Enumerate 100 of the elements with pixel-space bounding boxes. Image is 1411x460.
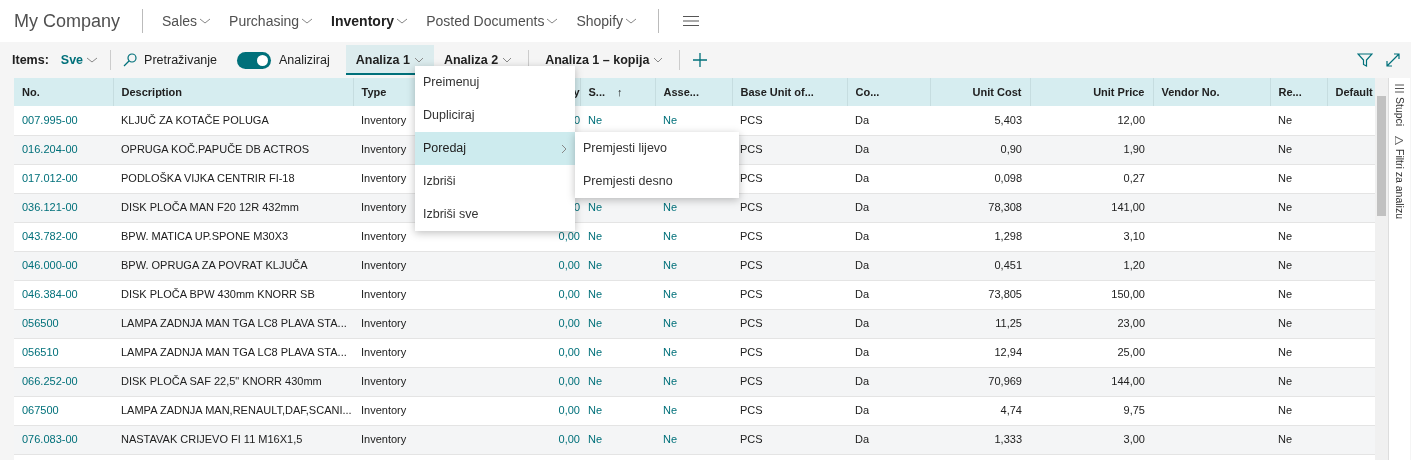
table-cell: 3,10 (1030, 222, 1153, 251)
link-cell[interactable]: 0,00 (445, 280, 580, 309)
table-cell: PODLOŠKA VIJKA CENTRIR FI-18 (113, 164, 353, 193)
search-button[interactable]: Pretraživanje (117, 45, 224, 75)
nav-menu[interactable]: Inventory (322, 10, 418, 32)
table-cell: Ne (1270, 367, 1327, 396)
column-header[interactable]: Co... (847, 78, 930, 106)
table-cell: Da (847, 425, 930, 454)
side-panel-tab[interactable]: Stupci (1391, 84, 1408, 127)
link-cell[interactable]: 067500 (14, 396, 113, 425)
table-cell: DISK PLOČA MAN F20 12R 432mm (113, 193, 353, 222)
analyze-toggle[interactable] (237, 51, 272, 69)
menu-item[interactable]: Preimenuj (415, 66, 575, 99)
table-cell: Ne (1270, 135, 1327, 164)
link-cell[interactable]: 0,00 (445, 309, 580, 338)
table-cell: PCS (732, 280, 847, 309)
link-cell[interactable]: Ne (580, 396, 655, 425)
nav-menu[interactable]: Purchasing (220, 10, 323, 32)
column-header[interactable]: Unit Cost (930, 78, 1030, 106)
column-header[interactable]: No. (14, 78, 113, 106)
table-cell: Ne (1270, 396, 1327, 425)
link-cell[interactable]: 076.083-00 (14, 425, 113, 454)
link-cell[interactable]: Ne (580, 280, 655, 309)
link-cell[interactable]: Ne (580, 309, 655, 338)
column-header[interactable]: Asse... (655, 78, 732, 106)
add-icon (692, 52, 709, 68)
menu-item[interactable]: Izbriši sve (415, 198, 575, 231)
view-dropdown[interactable]: Sve (54, 45, 105, 75)
link-cell[interactable]: Ne (580, 425, 655, 454)
table-cell: LAMPA ZADNJA MAN TGA LC8 PLAVA STA... (113, 338, 353, 367)
table-cell: Da (847, 251, 930, 280)
table-cell: Inventory (353, 280, 445, 309)
analysis-tab[interactable]: Analiza 1 (345, 45, 434, 75)
link-cell[interactable]: Ne (655, 222, 732, 251)
link-cell[interactable]: 043.782-00 (14, 222, 113, 251)
link-cell[interactable]: 0,00 (445, 396, 580, 425)
link-cell[interactable]: 007.995-00 (14, 106, 113, 135)
table-cell: 23,00 (1030, 309, 1153, 338)
table-cell: OPRUGA KOČ.PAPUČE DB ACTROS (113, 135, 353, 164)
chevron-right-icon (561, 143, 567, 154)
link-cell[interactable]: Ne (580, 222, 655, 251)
menu-item[interactable]: Premjesti lijevo (575, 132, 739, 165)
table-cell: 1,90 (1030, 135, 1153, 164)
table-cell: Da (847, 338, 930, 367)
scrollbar[interactable] (1375, 78, 1388, 460)
column-header[interactable]: Default (1327, 78, 1375, 106)
link-cell[interactable]: Ne (655, 338, 732, 367)
table-cell: Da (847, 164, 930, 193)
link-cell[interactable]: 0,00 (445, 338, 580, 367)
menu-item[interactable]: Izbriši (415, 165, 575, 198)
table-cell: PCS (732, 251, 847, 280)
chevron-down-icon (502, 57, 513, 63)
link-cell[interactable]: Ne (655, 280, 732, 309)
table-cell: 12,94 (930, 338, 1030, 367)
scrollbar-thumb[interactable] (1377, 96, 1386, 216)
link-cell[interactable]: 056500 (14, 309, 113, 338)
table-cell: Inventory (353, 396, 445, 425)
table-cell: Da (847, 367, 930, 396)
table-cell: 5,403 (930, 106, 1030, 135)
table-cell: Ne (1270, 106, 1327, 135)
column-header[interactable]: Unit Price (1030, 78, 1153, 106)
table-cell: PCS (732, 193, 847, 222)
menu-item[interactable]: Dupliciraj (415, 99, 575, 132)
link-cell[interactable]: 036.121-00 (14, 193, 113, 222)
table-cell: PCS (732, 396, 847, 425)
column-header[interactable]: Description (113, 78, 353, 106)
column-header[interactable]: Vendor No. (1153, 78, 1270, 106)
link-cell[interactable]: 0,00 (445, 251, 580, 280)
link-cell[interactable]: Ne (580, 338, 655, 367)
column-header[interactable]: Base Unit of... (732, 78, 847, 106)
filter-icon (1395, 136, 1404, 146)
nav-menu[interactable]: Sales (153, 10, 221, 32)
link-cell[interactable]: 056510 (14, 338, 113, 367)
link-cell[interactable]: 0,00 (445, 367, 580, 396)
column-header[interactable]: S... ↑ (580, 78, 655, 106)
link-cell[interactable]: 046.384-00 (14, 280, 113, 309)
menu-item[interactable]: Poredaj (415, 132, 575, 165)
table-cell: Ne (1270, 251, 1327, 280)
link-cell[interactable]: 066.252-00 (14, 367, 113, 396)
link-cell[interactable]: Ne (655, 251, 732, 280)
link-cell[interactable]: 0,00 (445, 425, 580, 454)
link-cell[interactable]: Ne (655, 309, 732, 338)
link-cell[interactable]: Ne (580, 251, 655, 280)
nav-menu[interactable]: Posted Documents (417, 10, 568, 32)
side-panel-tab[interactable]: Filtri za analizu (1391, 136, 1408, 220)
link-cell[interactable]: 016.204-00 (14, 135, 113, 164)
link-cell[interactable]: Ne (655, 425, 732, 454)
link-cell[interactable]: 017.012-00 (14, 164, 113, 193)
link-cell[interactable]: 046.000-00 (14, 251, 113, 280)
menu-item[interactable]: Premjesti desno (575, 165, 739, 198)
column-header[interactable]: Re... (1270, 78, 1327, 106)
table-cell: 3,00 (1030, 425, 1153, 454)
table-cell: DISK PLOČA SAF 22,5" KNORR 430mm (113, 367, 353, 396)
link-cell[interactable]: Ne (655, 367, 732, 396)
link-cell[interactable]: Ne (580, 367, 655, 396)
table-cell: 1,333 (930, 425, 1030, 454)
menu-icon (683, 15, 700, 27)
link-cell[interactable]: Ne (655, 396, 732, 425)
nav-menu[interactable]: Shopify (567, 10, 647, 32)
table-cell: 1,20 (1030, 251, 1153, 280)
